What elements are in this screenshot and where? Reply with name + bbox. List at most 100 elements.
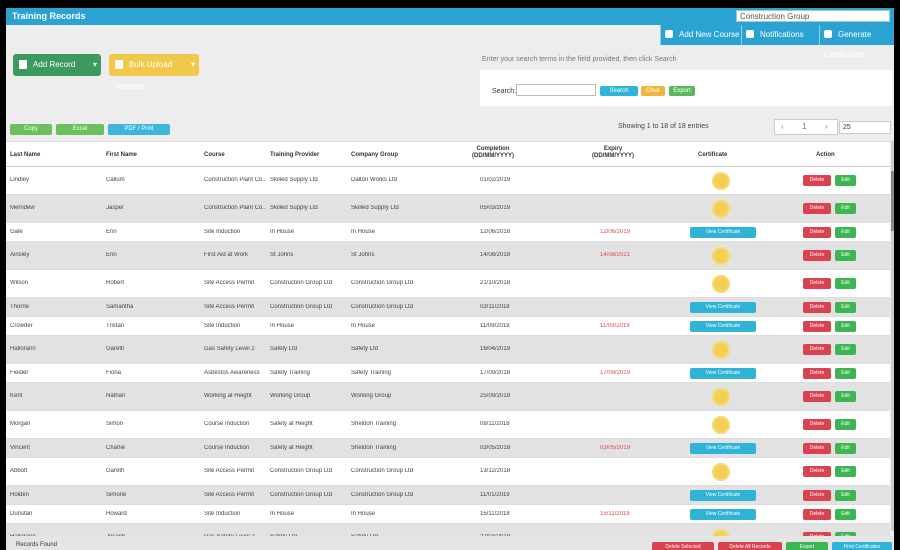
cell-completion: 12/06/2018 [480,229,511,235]
col-completion[interactable]: Completion (DD/MM/YYYY) [468,146,518,160]
delete-button[interactable]: Delete [803,490,831,501]
cell-completion: 03/11/2018 [480,304,510,310]
delete-button[interactable]: Delete [803,203,831,214]
delete-button[interactable]: Delete [803,278,831,289]
print-certificates-button[interactable]: Print Certificates [832,542,892,550]
cell-last-name: Crowder [10,323,33,329]
delete-button[interactable]: Delete [803,368,831,379]
cell-expiry: 12/06/2019 [600,229,631,235]
delete-button[interactable]: Delete [803,443,831,454]
cell-first-name: Robert [106,280,125,286]
edit-button[interactable]: Edit [835,509,856,520]
edit-button[interactable]: Edit [835,250,856,261]
edit-button[interactable]: Edit [835,344,856,355]
generate-certificates-button[interactable]: Generate Certificates [819,25,894,59]
per-page-select[interactable]: 25 [839,121,891,134]
cell-company: Safety Ltd [351,346,379,352]
search-button[interactable]: Search [600,86,638,96]
company-select[interactable]: Construction Group [736,10,890,22]
table-row: Wilson Robert Site Access Permit Constructi… [6,270,890,298]
table-row: Fielder Fiona Asbestos Awareness Safety Tra… [6,364,890,383]
cell-last-name: Lindley [10,177,30,183]
delete-button[interactable]: Delete [803,250,831,261]
edit-button[interactable]: Edit [835,175,856,186]
delete-button[interactable]: Delete [803,344,831,355]
app-window: Training Records Construction Group Add … [6,8,894,550]
cell-first-name: Charlie [106,445,126,451]
edit-button[interactable]: Edit [835,466,856,477]
table-row: Abbott Gareth Site Access Permit Constructi… [6,458,890,486]
col-course[interactable]: Course [204,152,225,158]
delete-button[interactable]: Delete [803,321,831,332]
pdf-print-button[interactable]: PDF / Print [108,124,170,135]
col-first-name[interactable]: First Name [106,152,137,158]
cell-expiry: 03/05/2019 [600,445,631,451]
delete-button[interactable]: Delete [803,466,831,477]
edit-button[interactable]: Edit [835,368,856,379]
edit-button[interactable]: Edit [835,302,856,313]
bulk-upload-label: Bulk Upload Records [115,60,173,91]
cell-provider: In House [270,229,295,235]
edit-button[interactable]: Edit [835,419,856,430]
bulk-upload-button[interactable]: Bulk Upload Records ▾ [109,54,199,91]
col-provider[interactable]: Training Provider [270,152,319,158]
delete-button[interactable]: Delete [803,175,831,186]
view-certificate-button[interactable]: View Certificate [690,321,756,332]
view-certificate-button[interactable]: View Certificate [690,443,756,454]
delete-button[interactable]: Delete [803,509,831,520]
delete-button[interactable]: Delete [803,391,831,402]
cell-expiry: 14/08/2021 [600,252,631,258]
search-input[interactable] [516,84,596,96]
showing-entries: Showing 1 to 18 of 18 entries [618,123,709,130]
table-body: Lindley Callum Construction Plant Co... Ski… [6,167,890,550]
cell-expiry: 17/09/2019 [600,370,631,376]
cell-first-name: Erin [106,252,117,258]
footer-export-button[interactable]: Export [786,542,828,550]
edit-button[interactable]: Edit [835,321,856,332]
cell-course: Site Access Permit [204,280,255,286]
edit-button[interactable]: Edit [835,227,856,238]
edit-button[interactable]: Edit [835,278,856,289]
page-number[interactable]: 1 [802,122,806,131]
notifications-button[interactable]: Notifications [741,25,819,45]
col-expiry[interactable]: Expiry (DD/MM/YYYY) [588,146,638,160]
delete-all-button[interactable]: Delete All Records [718,542,782,550]
view-certificate-button[interactable]: View Certificate [690,302,756,313]
view-certificate-button[interactable]: View Certificate [690,509,756,520]
cell-provider: Construction Group Ltd [270,280,333,286]
edit-button[interactable]: Edit [835,391,856,402]
title-bar: Training Records Construction Group [6,8,894,25]
cell-course: Site Induction [204,229,241,235]
cell-course: Site Induction [204,323,241,329]
delete-button[interactable]: Delete [803,419,831,430]
edit-button[interactable]: Edit [835,490,856,501]
add-record-button[interactable]: Add Record ▾ [13,54,101,76]
col-last-name[interactable]: Last Name [10,152,40,158]
next-page-button[interactable]: › [825,122,828,131]
certificate-coin-icon [712,388,730,406]
export-button[interactable]: Export [669,86,695,96]
certificate-coin-icon [712,200,730,218]
cell-company: Skilled Supply Ltd [351,205,399,211]
certificate-coin-icon [712,275,730,293]
col-company[interactable]: Company Group [351,152,398,158]
cell-company: In House [351,229,376,235]
copy-button[interactable]: Copy [10,124,52,135]
add-new-course-button[interactable]: Add New Course [660,25,741,45]
view-certificate-button[interactable]: View Certificate [690,490,756,501]
view-certificate-button[interactable]: View Certificate [690,368,756,379]
delete-button[interactable]: Delete [803,227,831,238]
edit-button[interactable]: Edit [835,443,856,454]
cell-first-name: Samantha [106,304,134,310]
clear-button[interactable]: Clear [641,86,665,96]
cell-completion: 14/08/2018 [480,252,511,258]
scrollbar-thumb[interactable] [891,171,894,231]
cell-last-name: Holden [10,492,30,498]
excel-button[interactable]: Excel [56,124,104,135]
prev-page-button[interactable]: ‹ [781,122,784,131]
view-certificate-button[interactable]: View Certificate [690,227,756,238]
delete-button[interactable]: Delete [803,302,831,313]
edit-button[interactable]: Edit [835,203,856,214]
delete-selected-button[interactable]: Delete Selected [652,542,714,550]
cell-company: Safety Training [351,370,392,376]
